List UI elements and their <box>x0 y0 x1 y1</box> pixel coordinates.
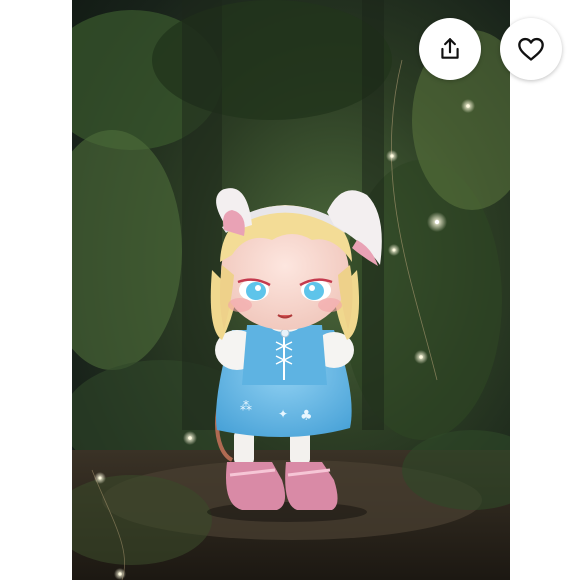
share-icon <box>441 38 459 59</box>
heart-icon <box>518 37 544 61</box>
figure-illustration: ⁂ ✦ ♣ <box>72 0 510 580</box>
svg-text:⁂: ⁂ <box>240 399 252 413</box>
favorite-button[interactable] <box>500 18 562 80</box>
svg-text:♣: ♣ <box>300 408 313 424</box>
image-viewer: ⁂ ✦ ♣ <box>0 0 580 580</box>
product-photo[interactable]: ⁂ ✦ ♣ <box>72 0 510 580</box>
svg-text:✦: ✦ <box>278 407 288 421</box>
share-button[interactable] <box>419 18 481 80</box>
